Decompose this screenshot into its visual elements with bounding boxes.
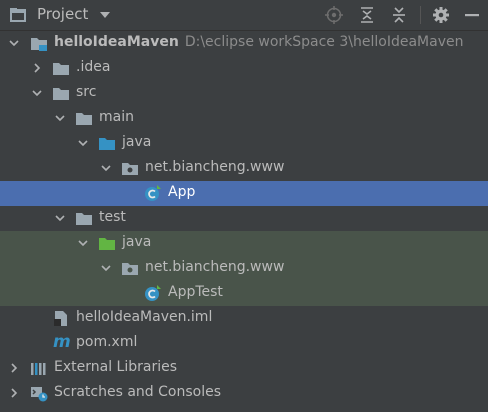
tree-node-label: net.biancheng.www [145, 159, 285, 175]
tree-node-scratches[interactable]: Scratches and Consoles [0, 381, 488, 406]
toolbar-separator [420, 6, 421, 24]
folder-icon [76, 113, 92, 125]
collapse-all-icon[interactable] [390, 6, 408, 24]
tool-window-title[interactable]: Project [37, 5, 88, 23]
tree-node-label: AppTest [168, 284, 223, 300]
project-toolbar: Project [0, 0, 488, 31]
tree-node-label: src [76, 84, 97, 100]
chevron-right-icon[interactable] [8, 362, 20, 374]
hide-minimize-icon[interactable] [463, 6, 481, 24]
module-folder-icon [31, 38, 47, 51]
tree-node-main-java[interactable]: java [0, 131, 488, 156]
chevron-down-icon[interactable] [100, 162, 112, 174]
scratches-icon [31, 387, 48, 402]
tree-node-label: pom.xml [76, 334, 138, 350]
maven-m-icon: m [53, 332, 71, 352]
chevron-down-icon[interactable] [31, 87, 43, 99]
chevron-down-icon[interactable] [77, 137, 89, 149]
settings-gear-icon[interactable] [432, 6, 450, 24]
tree-node-src[interactable]: src [0, 81, 488, 106]
tree-node-label: Scratches and Consoles [54, 384, 221, 400]
tree-node-label: java [122, 234, 152, 250]
tree-node-label: test [99, 209, 126, 225]
tree-node-external-libraries[interactable]: External Libraries [0, 356, 488, 381]
root-project-path: D:\eclipse workSpace 3\helloIdeaMaven [184, 34, 464, 50]
tree-node-label: App [168, 184, 196, 200]
tree-node-test-java[interactable]: java [0, 231, 488, 256]
chevron-down-icon[interactable] [8, 37, 20, 49]
chevron-down-icon[interactable] [100, 262, 112, 274]
chevron-down-icon[interactable] [77, 237, 89, 249]
chevron-down-icon[interactable] [54, 212, 66, 224]
tree-node-label: helloIdeaMaven.iml [76, 309, 213, 325]
folder-icon [53, 63, 69, 75]
tree-node-iml[interactable]: helloIdeaMaven.iml [0, 306, 488, 331]
tree-node-label: main [99, 109, 134, 125]
tree-node-pom[interactable]: m pom.xml [0, 331, 488, 356]
folder-icon [76, 213, 92, 225]
chevron-right-icon[interactable] [31, 62, 43, 74]
tree-node-app[interactable]: App [0, 181, 488, 206]
tree-node-label: .idea [76, 59, 111, 75]
tree-node-test-package[interactable]: net.biancheng.www [0, 256, 488, 281]
project-view-icon[interactable] [9, 7, 27, 23]
tree-node-test[interactable]: test [0, 206, 488, 231]
project-tree: helloIdeaMaven D:\eclipse workSpace 3\hel… [0, 31, 488, 412]
chevron-right-icon[interactable] [8, 387, 20, 399]
source-folder-icon [99, 138, 115, 150]
iml-file-icon [54, 311, 67, 326]
tree-node-main-package[interactable]: net.biancheng.www [0, 156, 488, 181]
tree-node-label: External Libraries [54, 359, 177, 375]
tree-node-idea[interactable]: .idea [0, 56, 488, 81]
folder-icon [53, 88, 69, 100]
test-source-folder-icon [99, 238, 115, 250]
tree-node-apptest[interactable]: AppTest [0, 281, 488, 306]
dropdown-caret-icon[interactable] [99, 9, 111, 21]
locate-icon[interactable] [325, 6, 343, 24]
tree-node-label: net.biancheng.www [145, 259, 285, 275]
expand-all-icon[interactable] [358, 6, 376, 24]
tree-node-label: java [122, 134, 152, 150]
package-folder-icon [122, 163, 138, 175]
java-class-icon [145, 185, 161, 201]
root-project-name: helloIdeaMaven [54, 34, 179, 50]
tree-node-main[interactable]: main [0, 106, 488, 131]
library-icon [31, 363, 46, 375]
tree-node-root[interactable]: helloIdeaMaven D:\eclipse workSpace 3\hel… [0, 31, 488, 56]
chevron-down-icon[interactable] [54, 112, 66, 124]
java-class-icon [145, 285, 161, 301]
package-folder-icon [122, 263, 138, 275]
